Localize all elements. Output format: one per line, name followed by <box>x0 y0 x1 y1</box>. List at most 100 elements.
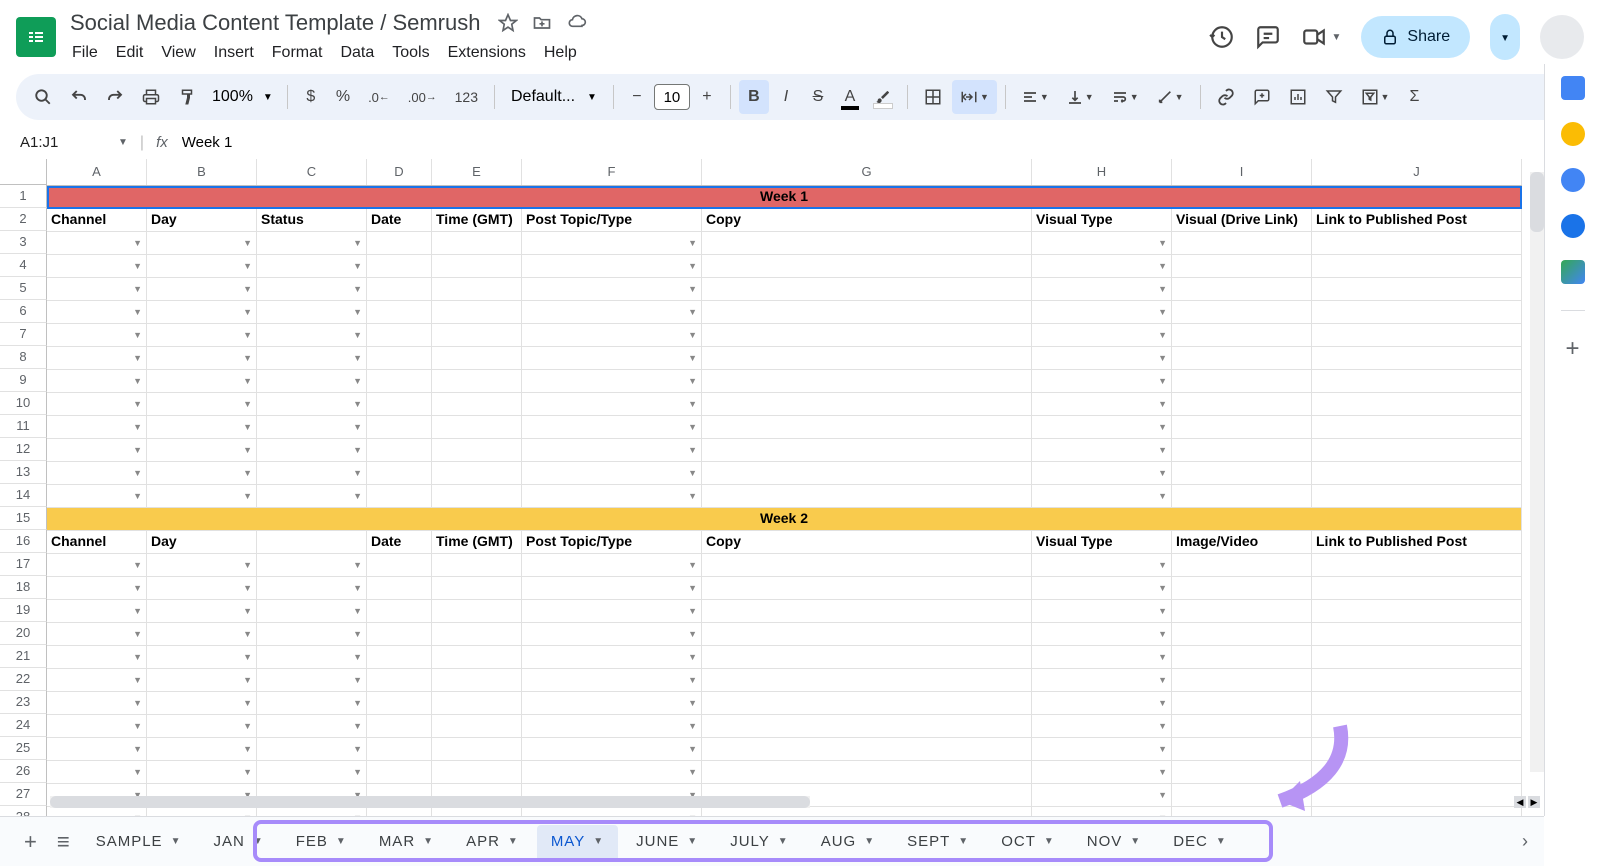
dropdown-arrow-icon[interactable]: ▼ <box>353 238 362 248</box>
cell[interactable] <box>367 462 432 485</box>
cell[interactable] <box>1312 416 1522 439</box>
menu-view[interactable]: View <box>153 40 203 66</box>
merge-cells-icon[interactable]: ▼ <box>952 80 997 114</box>
dropdown-arrow-icon[interactable]: ▼ <box>133 652 142 662</box>
dropdown-arrow-icon[interactable]: ▼ <box>1158 675 1167 685</box>
cell[interactable] <box>432 738 522 761</box>
cell[interactable]: ▼ <box>257 347 367 370</box>
dropdown-arrow-icon[interactable]: ▼ <box>243 376 252 386</box>
dropdown-arrow-icon[interactable]: ▼ <box>243 491 252 501</box>
sheet-tab-sept[interactable]: SEPT▼ <box>893 825 983 858</box>
cell[interactable]: ▼ <box>522 485 702 508</box>
menu-extensions[interactable]: Extensions <box>440 40 534 66</box>
dropdown-arrow-icon[interactable]: ▼ <box>1158 652 1167 662</box>
cell[interactable]: ▼ <box>47 347 147 370</box>
cell[interactable]: ▼ <box>147 485 257 508</box>
cell[interactable] <box>1172 554 1312 577</box>
cell[interactable] <box>367 738 432 761</box>
col-header-E[interactable]: E <box>432 159 522 185</box>
row-header-26[interactable]: 26 <box>0 760 47 783</box>
row-header-4[interactable]: 4 <box>0 254 47 277</box>
cell[interactable] <box>1312 462 1522 485</box>
sheet-tab-feb[interactable]: FEB▼ <box>282 825 361 858</box>
cell[interactable]: ▼ <box>257 577 367 600</box>
dropdown-arrow-icon[interactable]: ▼ <box>1158 583 1167 593</box>
dropdown-arrow-icon[interactable]: ▼ <box>688 652 697 662</box>
dropdown-arrow-icon[interactable]: ▼ <box>243 422 252 432</box>
row-header-25[interactable]: 25 <box>0 737 47 760</box>
cell[interactable] <box>432 623 522 646</box>
dropdown-arrow-icon[interactable]: ▼ <box>133 330 142 340</box>
cell[interactable]: ▼ <box>522 393 702 416</box>
cell[interactable] <box>1172 646 1312 669</box>
cell[interactable] <box>367 255 432 278</box>
cell[interactable] <box>702 278 1032 301</box>
cell[interactable] <box>1172 761 1312 784</box>
cell[interactable] <box>1312 393 1522 416</box>
cell[interactable]: Link to Published Post <box>1312 531 1522 554</box>
cell[interactable] <box>367 623 432 646</box>
menu-edit[interactable]: Edit <box>108 40 152 66</box>
cell[interactable]: Image/Video <box>1172 531 1312 554</box>
cell[interactable]: ▼ <box>257 623 367 646</box>
cell[interactable] <box>702 462 1032 485</box>
cell[interactable]: ▼ <box>1032 462 1172 485</box>
cell[interactable]: ▼ <box>1032 646 1172 669</box>
cell[interactable] <box>1312 646 1522 669</box>
dropdown-arrow-icon[interactable]: ▼ <box>133 560 142 570</box>
star-icon[interactable] <box>498 13 518 33</box>
cell[interactable]: ▼ <box>47 255 147 278</box>
dropdown-arrow-icon[interactable]: ▼ <box>243 238 252 248</box>
cell[interactable]: ▼ <box>257 255 367 278</box>
cell[interactable] <box>367 347 432 370</box>
cell[interactable] <box>702 669 1032 692</box>
cell[interactable] <box>702 623 1032 646</box>
cell[interactable]: ▼ <box>1032 554 1172 577</box>
cell[interactable]: ▼ <box>257 462 367 485</box>
cell[interactable] <box>702 738 1032 761</box>
dropdown-arrow-icon[interactable]: ▼ <box>353 261 362 271</box>
cell[interactable] <box>702 232 1032 255</box>
dropdown-arrow-icon[interactable]: ▼ <box>353 399 362 409</box>
format-123-icon[interactable]: 123 <box>447 81 486 113</box>
row-header-21[interactable]: 21 <box>0 645 47 668</box>
dropdown-arrow-icon[interactable]: ▼ <box>1158 445 1167 455</box>
menu-file[interactable]: File <box>64 40 106 66</box>
row-header-9[interactable]: 9 <box>0 369 47 392</box>
row-header-19[interactable]: 19 <box>0 599 47 622</box>
sheet-tab-dropdown-icon[interactable]: ▼ <box>687 836 698 847</box>
dropdown-arrow-icon[interactable]: ▼ <box>688 767 697 777</box>
cell[interactable] <box>702 577 1032 600</box>
insert-comment-icon[interactable] <box>1245 80 1279 114</box>
cell[interactable]: ▼ <box>1032 232 1172 255</box>
cell[interactable]: ▼ <box>522 715 702 738</box>
cell[interactable]: ▼ <box>147 646 257 669</box>
cell[interactable]: ▼ <box>522 600 702 623</box>
row-header-15[interactable]: 15 <box>0 507 47 530</box>
cell[interactable] <box>1172 255 1312 278</box>
dropdown-arrow-icon[interactable]: ▼ <box>243 560 252 570</box>
fill-color-icon[interactable] <box>867 81 899 113</box>
cell[interactable] <box>1172 462 1312 485</box>
print-icon[interactable] <box>134 80 168 114</box>
functions-icon[interactable]: Σ <box>1399 80 1429 114</box>
cell[interactable]: Visual Type <box>1032 531 1172 554</box>
row-header-17[interactable]: 17 <box>0 553 47 576</box>
cell[interactable] <box>1172 485 1312 508</box>
cell[interactable]: Copy <box>702 209 1032 232</box>
cell[interactable]: ▼ <box>522 439 702 462</box>
cell[interactable] <box>1172 232 1312 255</box>
dropdown-arrow-icon[interactable]: ▼ <box>133 422 142 432</box>
dropdown-arrow-icon[interactable]: ▼ <box>133 675 142 685</box>
row-header-18[interactable]: 18 <box>0 576 47 599</box>
sheet-tab-dec[interactable]: DEC▼ <box>1159 825 1241 858</box>
cell[interactable] <box>1312 278 1522 301</box>
cell[interactable] <box>1312 439 1522 462</box>
dropdown-arrow-icon[interactable]: ▼ <box>243 767 252 777</box>
row-header-5[interactable]: 5 <box>0 277 47 300</box>
cell[interactable]: ▼ <box>47 416 147 439</box>
cell[interactable]: Day <box>147 209 257 232</box>
dropdown-arrow-icon[interactable]: ▼ <box>688 583 697 593</box>
dropdown-arrow-icon[interactable]: ▼ <box>1158 606 1167 616</box>
cell[interactable] <box>702 301 1032 324</box>
